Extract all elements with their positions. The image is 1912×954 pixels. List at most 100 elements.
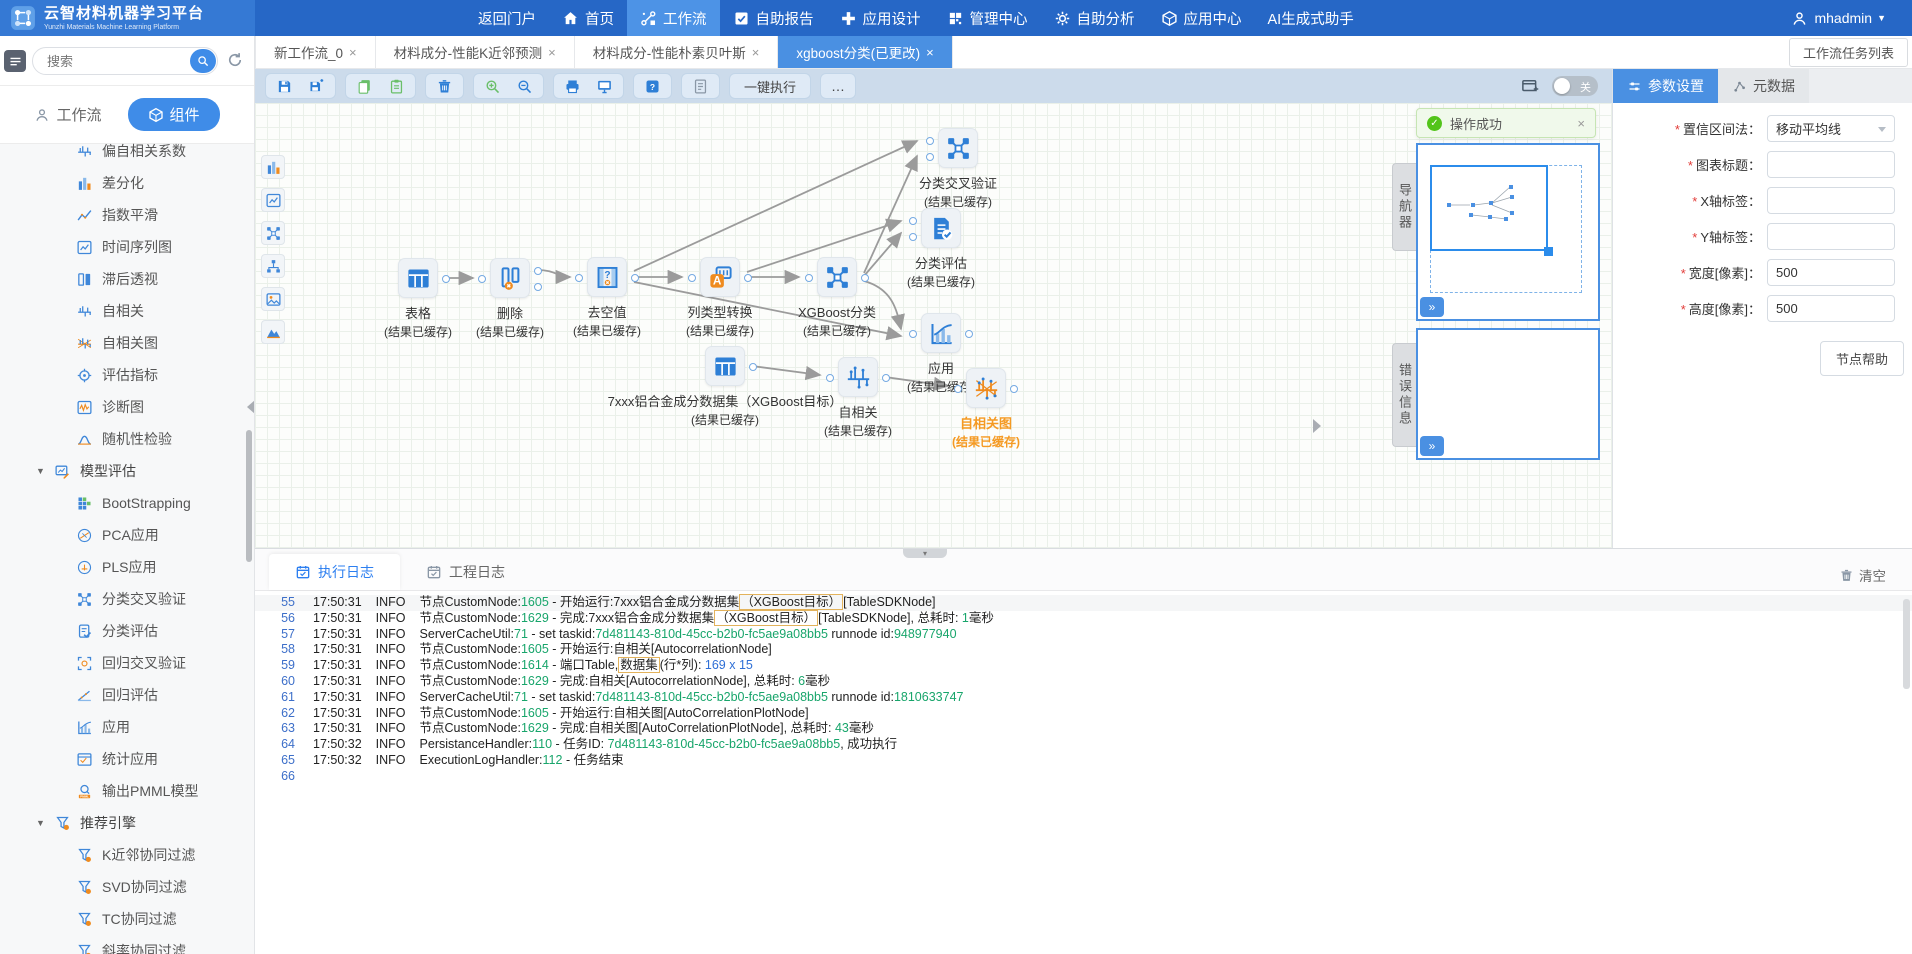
sidebar-item-诊断图[interactable]: 诊断图 [0,391,254,423]
nav-item-7[interactable]: 应用中心 [1148,0,1255,36]
printer-icon[interactable] [564,78,581,95]
dock-network-icon[interactable] [261,221,285,245]
param-input[interactable]: 500 [1767,259,1895,286]
docreport-icon[interactable] [692,78,709,95]
port-in[interactable] [688,274,696,282]
n_table-icon[interactable] [398,258,438,298]
dock-bars-icon[interactable] [261,155,285,179]
minimap-viewport[interactable] [1430,165,1548,251]
port-out[interactable] [744,274,752,282]
n_autocorr-icon[interactable] [838,357,878,397]
workflow-node-自相关[interactable]: 自相关(结果已缓存) [798,357,918,439]
sidebar-item-滞后透视[interactable]: 滞后透视 [0,263,254,295]
port-out[interactable] [882,374,890,382]
port-out[interactable] [534,267,542,275]
navigator-minimap[interactable]: » [1416,143,1600,321]
port-in[interactable] [805,274,813,282]
n_dropnull-icon[interactable]: ? [587,257,627,297]
close-icon[interactable]: × [349,45,357,60]
more-button[interactable]: … [820,73,856,99]
zoomout-icon[interactable] [516,78,533,95]
sidebar-tab-工作流[interactable]: 工作流 [34,104,101,125]
sidebar-item-随机性检验[interactable]: 随机性检验 [0,423,254,455]
sidebar-item-差分化[interactable]: 差分化 [0,167,254,199]
workflow-canvas[interactable]: 表格(结果已缓存)删除(结果已缓存)?去空值(结果已缓存)A列类型转换(结果已缓… [255,103,1612,548]
port-out[interactable] [965,330,973,338]
params-tab-元数据[interactable]: 元数据 [1718,69,1809,103]
log-clear-button[interactable]: 清空 [1839,565,1886,585]
nav-item-2[interactable]: 工作流 [627,0,720,36]
preview-toggle[interactable]: 关 [1552,76,1598,96]
search-icon[interactable] [190,49,216,73]
port-in[interactable] [909,330,917,338]
close-icon[interactable]: × [752,45,760,60]
error-expand-button[interactable]: » [1420,436,1444,456]
log-tab-工程日志[interactable]: 工程日志 [400,554,531,590]
port-out[interactable] [1010,385,1018,393]
sidebar-item-输出PMML模型[interactable]: PMML输出PMML模型 [0,775,254,807]
sidebar-item-BootStrapping[interactable]: BootStrapping [0,487,254,519]
workflow-tab-1[interactable]: 材料成分-性能K近邻预测× [376,36,575,68]
refresh-icon[interactable] [226,51,246,71]
nav-item-1[interactable]: 首页 [549,0,627,36]
sidebar-item-时间序列图[interactable]: 时间序列图 [0,231,254,263]
port-out[interactable] [631,274,639,282]
dock-tree-icon[interactable] [261,254,285,278]
sidebar-item-PLS应用[interactable]: PLS应用 [0,551,254,583]
dock-picture-icon[interactable] [261,287,285,311]
close-icon[interactable]: × [1577,116,1585,131]
save-icon[interactable] [276,78,293,95]
param-input[interactable] [1767,187,1895,214]
port-out[interactable] [861,274,869,282]
workflow-tasklist-button[interactable]: 工作流任务列表 [1789,38,1908,67]
params-tab-参数设置[interactable]: 参数设置 [1613,69,1718,103]
nav-item-5[interactable]: 管理中心 [934,0,1041,36]
sidebar-item-斜率协同过滤[interactable]: 斜率协同过滤 [0,935,254,954]
nav-item-8[interactable]: AI生成式助手 [1255,0,1367,36]
workflow-tab-3[interactable]: xgboost分类(已更改)× [778,36,952,68]
caret-down-icon[interactable]: ▼ [36,466,54,476]
param-select[interactable]: 移动平均线 [1767,115,1895,142]
nav-item-4[interactable]: 应用设计 [827,0,934,36]
panel-collapse-handle[interactable] [1313,419,1321,433]
monitor-icon[interactable] [596,78,613,95]
workflow-tab-2[interactable]: 材料成分-性能朴素贝叶斯× [575,36,779,68]
run-all-button[interactable]: 一键执行 [729,73,811,99]
port-out[interactable] [749,363,757,371]
error-info-panel[interactable]: » [1416,328,1600,460]
workflow-node-分类交叉验证[interactable]: 分类交叉验证(结果已缓存) [898,128,1018,210]
param-input[interactable] [1767,223,1895,250]
workflow-tab-0[interactable]: 新工作流_0× [255,36,376,68]
nav-item-0[interactable]: 返回门户 [465,0,549,36]
trash-icon[interactable] [436,78,453,95]
workflow-node-去空值[interactable]: ?去空值(结果已缓存) [547,257,667,339]
n_autocorrplot-icon[interactable] [966,368,1006,408]
menu-icon[interactable] [4,50,26,72]
sidebar-item-TC协同过滤[interactable]: TC协同过滤 [0,903,254,935]
caret-down-icon[interactable]: ▼ [36,818,54,828]
sidebar-item-评估指标[interactable]: 评估指标 [0,359,254,391]
sidebar-item-分类评估[interactable]: 分类评估 [0,615,254,647]
dock-chartframe-icon[interactable] [261,188,285,212]
log-resize-handle[interactable]: ▾ [903,549,947,558]
port-in[interactable] [926,137,934,145]
port-in[interactable] [575,274,583,282]
saveas-icon[interactable] [308,78,325,95]
port-in[interactable] [926,153,934,161]
workflow-node-XGBoost分类[interactable]: XGBoost分类(结果已缓存) [777,257,897,339]
sidebar-item-偏自相关系数[interactable]: 偏自相关系数 [0,135,254,167]
user-menu[interactable]: mhadmin ▼ [1791,0,1912,36]
error-vertical-tab[interactable]: 错误信息 [1392,343,1416,447]
sidebar-tab-组件[interactable]: 组件 [128,98,220,131]
port-in[interactable] [478,275,486,283]
n_colconv-icon[interactable]: A [700,257,740,297]
window-plus-icon[interactable] [1520,77,1540,95]
nav-item-3[interactable]: 自助报告 [720,0,827,36]
sidebar-item-回归评估[interactable]: 回归评估 [0,679,254,711]
sidebar-scrollbar[interactable] [246,430,252,562]
sidebar-item-自相关图[interactable]: 自相关图 [0,327,254,359]
dock-peak-icon[interactable] [261,320,285,344]
sidebar-item-SVD协同过滤[interactable]: SVD协同过滤 [0,871,254,903]
zoomin-icon[interactable] [484,78,501,95]
minimap-resize-handle[interactable] [1544,247,1553,256]
